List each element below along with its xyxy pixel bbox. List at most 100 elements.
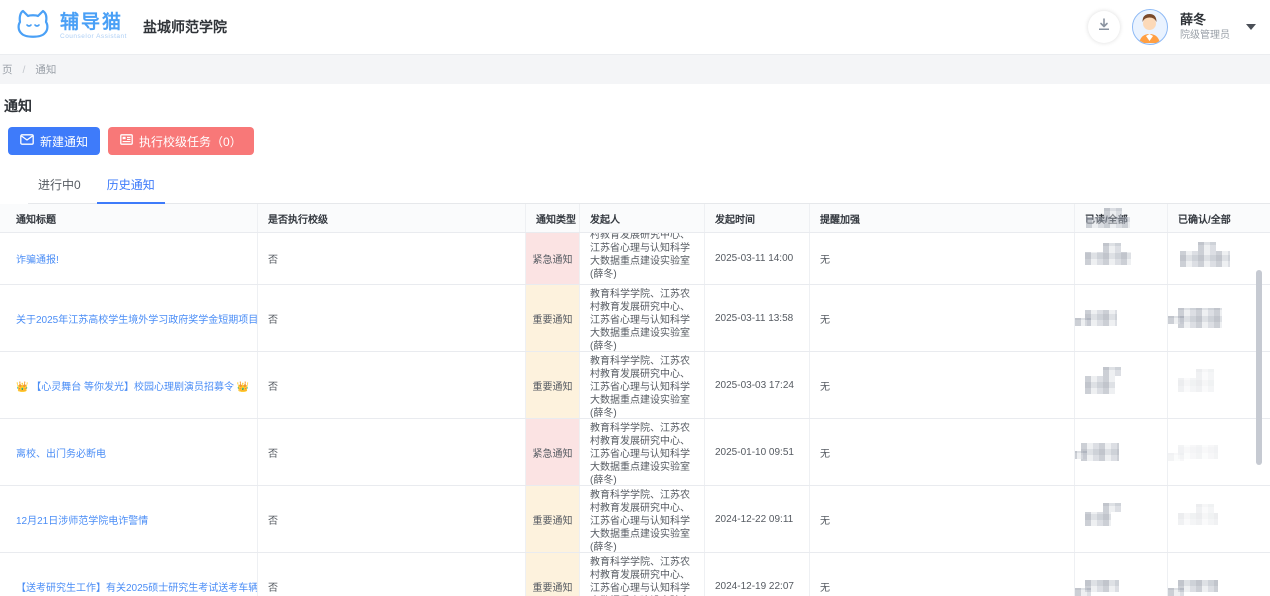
notice-title-link[interactable]: 【送考研究生工作】有关2025硕士研究生考试送考车辆的... [16, 579, 257, 594]
start-time-cell: 2024-12-19 22:07 [705, 553, 810, 596]
cat-icon [14, 8, 52, 47]
censored-value-fragment [1086, 217, 1130, 228]
confirm-total-cell [1168, 352, 1270, 418]
remind-cell: 无 [810, 419, 1075, 485]
censored-read-value [1085, 252, 1131, 265]
notice-title-link[interactable]: 离校、出门务必断电 [16, 445, 106, 460]
caret-down-icon[interactable] [1246, 24, 1256, 30]
user-name: 薛冬 [1180, 12, 1230, 28]
censored-confirm-value [1178, 580, 1218, 592]
user-info[interactable]: 薛冬 院级管理员 [1180, 12, 1230, 43]
notice-title-cell: 【送考研究生工作】有关2025硕士研究生考试送考车辆的... [0, 553, 258, 596]
new-notice-button[interactable]: 新建通知 [8, 127, 100, 155]
confirm-total-cell [1168, 486, 1270, 552]
avatar[interactable] [1132, 9, 1168, 45]
top-bar-right: 薛冬 院级管理员 [1088, 9, 1256, 45]
table-row: 诈骗通报! 否 紧急通知 村教育发展研究中心、江苏省心理与认知科学大数据重点建设… [0, 233, 1270, 285]
notice-title-cell: 离校、出门务必断电 [0, 419, 258, 485]
initiator-cell: 教育科学学院、江苏农村教育发展研究中心、江苏省心理与认知科学大数据重点建设实验室… [580, 486, 705, 552]
notice-title-link[interactable]: 👑 【心灵舞台 等你发光】校园心理剧演员招募令 👑 [16, 378, 249, 393]
initiator-cell: 村教育发展研究中心、江苏省心理与认知科学大数据重点建设实验室(薛冬) [580, 233, 705, 284]
page-title: 通知 [4, 96, 1270, 116]
exec-school-cell: 否 [258, 233, 526, 284]
tab-bar: 进行中0 历史通知 [28, 167, 1270, 204]
censored-confirm-value [1178, 445, 1218, 459]
breadcrumb-separator: / [23, 64, 26, 76]
table-row: 12月21日涉师范学院电诈警情 否 重要通知 教育科学学院、江苏农村教育发展研究… [0, 486, 1270, 553]
download-button[interactable] [1088, 11, 1120, 43]
read-total-cell [1075, 419, 1168, 485]
notice-type-badge: 重要通知 [526, 486, 580, 552]
notice-type-badge: 紧急通知 [526, 233, 580, 284]
exec-school-cell: 否 [258, 486, 526, 552]
remind-cell: 无 [810, 233, 1075, 284]
censored-confirm-value [1180, 251, 1230, 267]
exec-school-cell: 否 [258, 285, 526, 351]
notice-title-link[interactable]: 诈骗通报! [16, 251, 59, 266]
remind-cell: 无 [810, 486, 1075, 552]
column-header: 发起时间 [705, 204, 810, 232]
initiator-cell: 教育科学学院、江苏农村教育发展研究中心、江苏省心理与认知科学大数据重点建设实验室… [580, 285, 705, 351]
initiator-text: 教育科学学院、江苏农村教育发展研究中心、江苏省心理与认知科学大数据重点建设实验室… [590, 422, 694, 485]
initiator-text: 教育科学学院、江苏农村教育发展研究中心、江苏省心理与认知科学大数据重点建设实验室… [590, 355, 694, 418]
app-subtitle: Counselor Assistant [60, 34, 127, 41]
tab-in-progress[interactable]: 进行中0 [28, 167, 91, 203]
start-time-cell: 2025-03-11 14:00 [705, 233, 810, 284]
brand-text: 辅导猫 Counselor Assistant [60, 13, 127, 41]
exec-school-task-button[interactable]: 执行校级任务（0） [108, 127, 254, 155]
table-row: 离校、出门务必断电 否 紧急通知 教育科学学院、江苏农村教育发展研究中心、江苏省… [0, 419, 1270, 486]
exec-school-cell: 否 [258, 352, 526, 418]
app-name: 辅导猫 [60, 13, 127, 32]
org-name: 盐城师范学院 [143, 17, 227, 37]
breadcrumb-current: 通知 [35, 62, 56, 77]
censored-confirm-value [1178, 308, 1222, 328]
notice-title-cell: 诈骗通报! [0, 233, 258, 284]
initiator-text: 教育科学学院、江苏农村教育发展研究中心、江苏省心理与认知科学大数据重点建设实验室… [590, 288, 694, 351]
breadcrumb-home[interactable]: 页 [2, 62, 13, 77]
notice-title-link[interactable]: 关于2025年江苏高校学生境外学习政府奖学金短期项目报... [16, 311, 257, 326]
column-header: 是否执行校级 [258, 204, 526, 232]
notice-table: 通知标题是否执行校级通知类型发起人发起时间提醒加强已读/全部已确认/全部 诈骗通… [0, 204, 1270, 596]
remind-cell: 无 [810, 553, 1075, 596]
censored-read-value [1085, 310, 1117, 326]
new-notice-label: 新建通知 [40, 133, 88, 150]
remind-cell: 无 [810, 352, 1075, 418]
table-body: 诈骗通报! 否 紧急通知 村教育发展研究中心、江苏省心理与认知科学大数据重点建设… [0, 233, 1270, 596]
task-list-icon [120, 134, 133, 148]
top-bar: 辅导猫 Counselor Assistant 盐城师范学院 薛冬 [0, 0, 1270, 55]
start-time-cell: 2025-01-10 09:51 [705, 419, 810, 485]
column-header: 通知标题 [0, 204, 258, 232]
notice-title-cell: 12月21日涉师范学院电诈警情 [0, 486, 258, 552]
envelope-icon [20, 134, 34, 148]
download-icon [1096, 17, 1112, 38]
read-total-cell [1075, 553, 1168, 596]
confirm-total-cell [1168, 233, 1270, 284]
censored-read-value [1081, 443, 1119, 461]
table-scrollbar-thumb[interactable] [1256, 270, 1262, 465]
initiator-text: 教育科学学院、江苏农村教育发展研究中心、江苏省心理与认知科学大数据重点建设实验室… [590, 489, 694, 552]
table-row: 关于2025年江苏高校学生境外学习政府奖学金短期项目报... 否 重要通知 教育… [0, 285, 1270, 352]
remind-cell: 无 [810, 285, 1075, 351]
user-role: 院级管理员 [1180, 30, 1230, 43]
table-header-row: 通知标题是否执行校级通知类型发起人发起时间提醒加强已读/全部已确认/全部 [0, 204, 1270, 233]
notice-title-cell: 👑 【心灵舞台 等你发光】校园心理剧演员招募令 👑 [0, 352, 258, 418]
read-total-cell [1075, 285, 1168, 351]
toolbar: 新建通知 执行校级任务（0） [8, 127, 1270, 155]
exec-school-cell: 否 [258, 553, 526, 596]
tab-history[interactable]: 历史通知 [97, 167, 165, 203]
confirm-total-cell [1168, 419, 1270, 485]
initiator-cell: 教育科学学院、江苏农村教育发展研究中心、江苏省心理与认知科学大数据重点建设实验室… [580, 419, 705, 485]
read-total-cell [1075, 352, 1168, 418]
start-time-cell: 2025-03-11 13:58 [705, 285, 810, 351]
column-header: 已确认/全部 [1168, 204, 1270, 232]
column-header: 发起人 [580, 204, 705, 232]
notice-title-link[interactable]: 12月21日涉师范学院电诈警情 [16, 512, 148, 527]
notice-type-badge: 重要通知 [526, 352, 580, 418]
breadcrumb: 页 / 通知 [0, 55, 1270, 84]
notice-type-badge: 重要通知 [526, 553, 580, 596]
censored-read-value [1085, 376, 1115, 394]
exec-school-task-label: 执行校级任务（0） [139, 133, 242, 150]
censored-read-value [1085, 512, 1111, 526]
app-logo[interactable]: 辅导猫 Counselor Assistant [14, 8, 127, 47]
exec-school-cell: 否 [258, 419, 526, 485]
